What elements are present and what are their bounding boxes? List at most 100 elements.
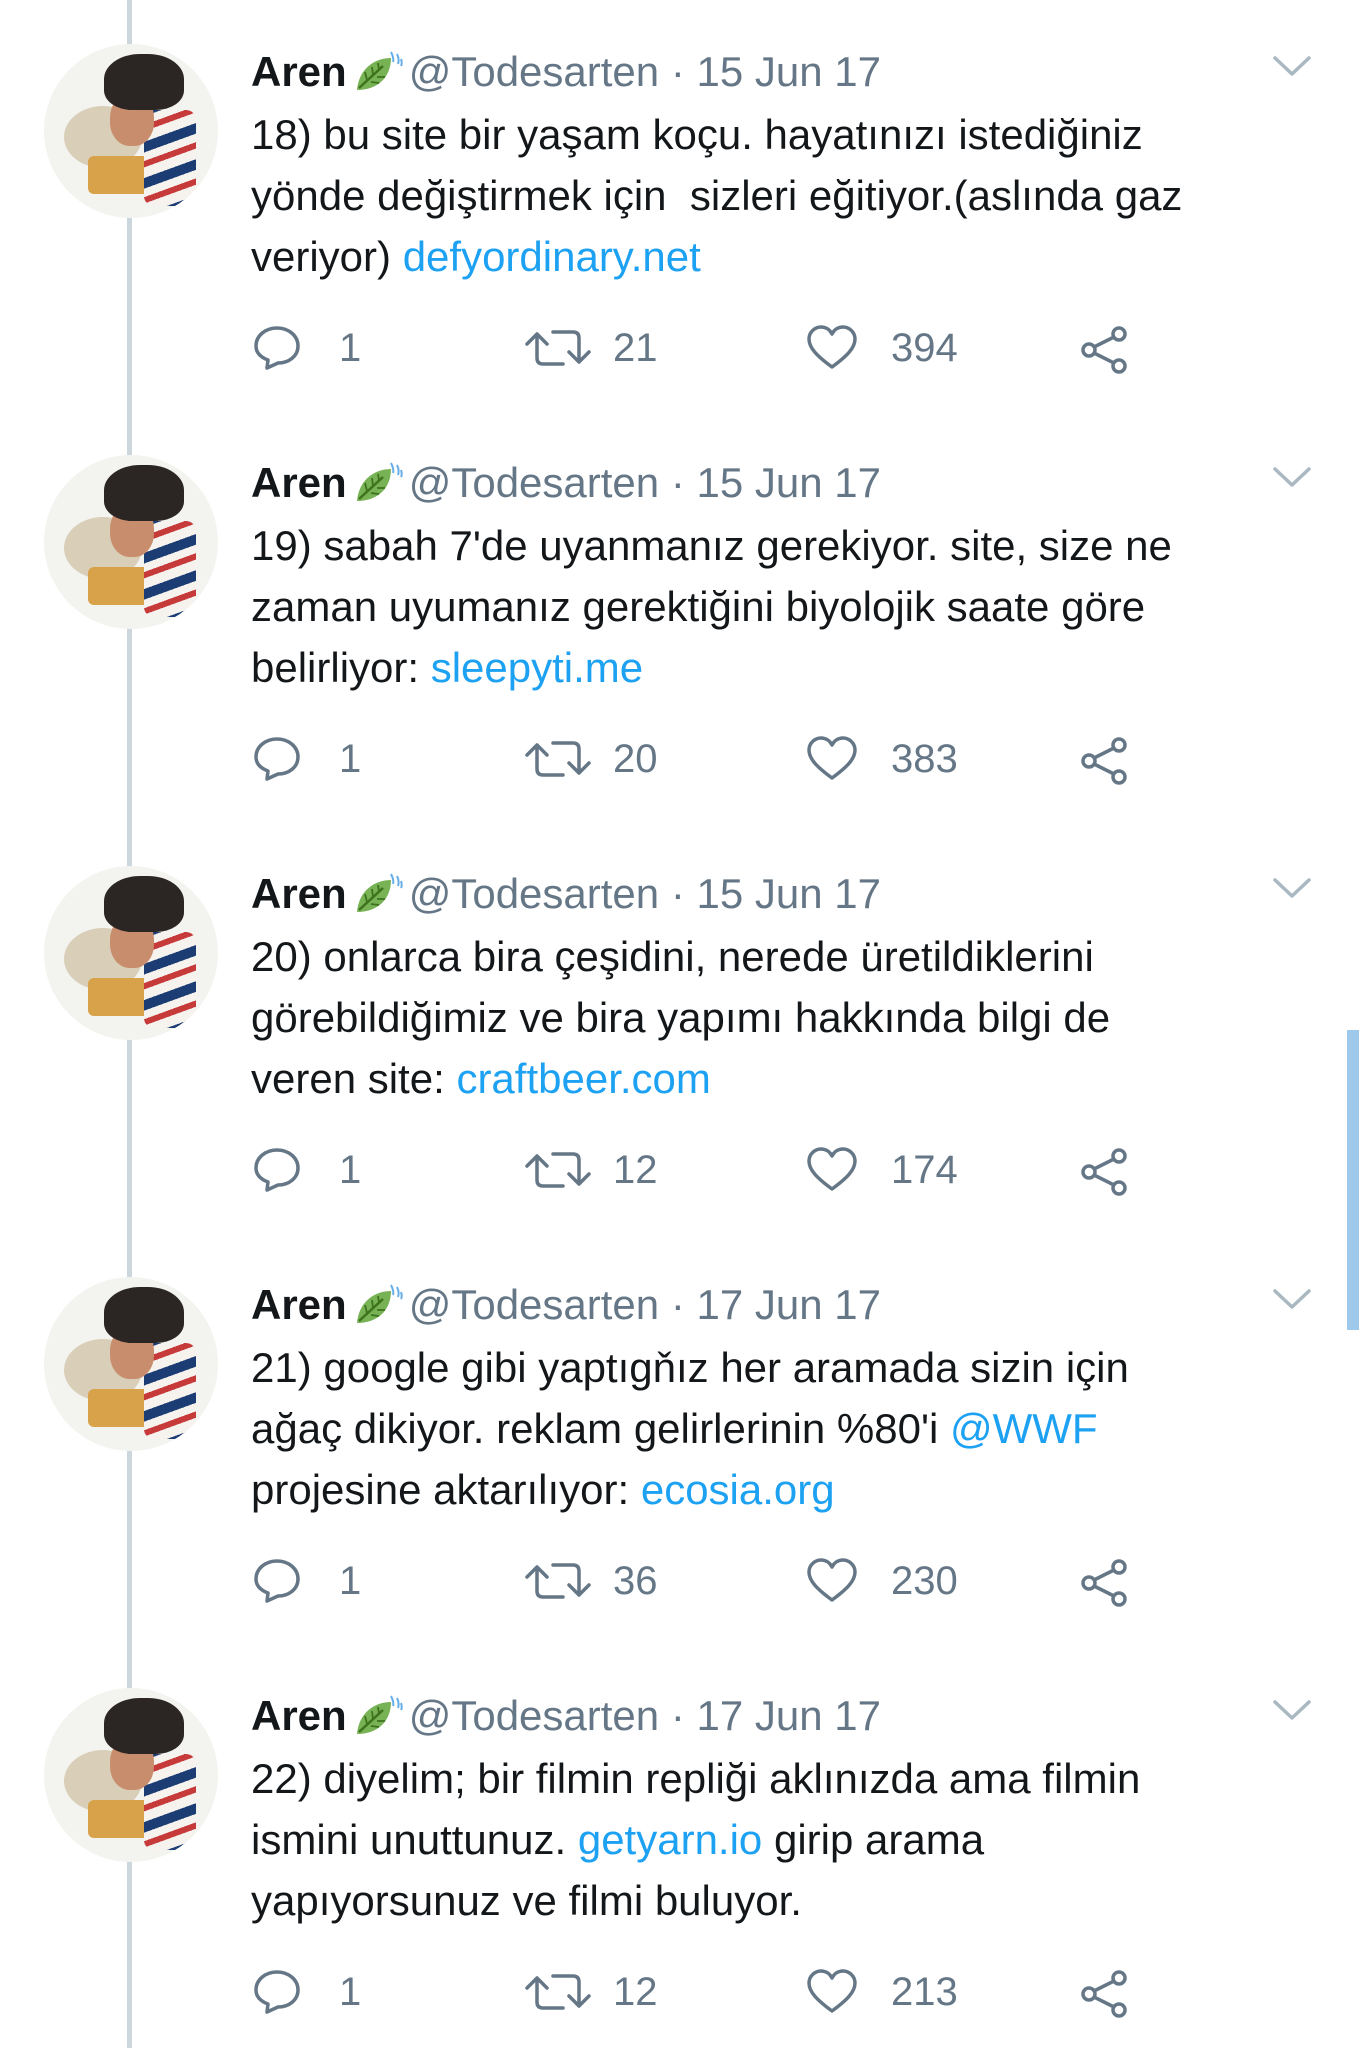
tweet-actions: 1 12 174 — [251, 1140, 1151, 1200]
tweet-date[interactable]: 15 Jun 17 — [697, 459, 882, 506]
tweet-text-segment: 21) google gibi yaptıgňız her aramada si… — [251, 1344, 1129, 1391]
tweet-text-line: yapıyorsunuz ve filmi buluyor. — [251, 1870, 1311, 1931]
tweet-text-line: 21) google gibi yaptıgňız her aramada si… — [251, 1337, 1311, 1398]
tweet-text-segment: 22) diyelim; bir filmin repliği aklınızd… — [251, 1755, 1141, 1802]
tweet[interactable]: Aren @Todesarten · 15 Jun 17 20) onlarca … — [0, 822, 1359, 1233]
tweet-text-segment: yönde değiştirmek için sizleri eğitiyor.… — [251, 172, 1183, 219]
author-handle[interactable]: @Todesarten — [409, 459, 659, 506]
author-name[interactable]: Aren — [251, 1692, 347, 1739]
like-count: 383 — [891, 737, 958, 781]
url-link[interactable]: craftbeer.com — [456, 1055, 710, 1102]
avatar[interactable] — [44, 455, 218, 629]
reply-count: 1 — [339, 737, 362, 781]
author-handle[interactable]: @Todesarten — [409, 48, 659, 95]
tweet-text-line: projesine aktarılıyor: ecosia.org — [251, 1459, 1311, 1520]
reply-count: 1 — [339, 1148, 362, 1192]
tweet-text-segment: 19) sabah 7'de uyanmanız gerekiyor. site… — [251, 522, 1172, 569]
avatar[interactable] — [44, 1277, 218, 1451]
retweet-count: 36 — [613, 1559, 658, 1603]
tweet-date[interactable]: 17 Jun 17 — [697, 1692, 882, 1739]
retweet-count: 12 — [613, 1970, 658, 2014]
tweet-text-segment: veriyor) — [251, 233, 403, 280]
tweet-text-segment: ağaç dikiyor. reklam gelirlerinin %80'i — [251, 1405, 950, 1452]
separator-dot: · — [670, 1281, 685, 1328]
avatar-hair-shape — [104, 876, 184, 932]
leaf-emoji-icon — [353, 872, 403, 930]
tweet-text-line: veriyor) defyordinary.net — [251, 226, 1311, 287]
retweet-count: 12 — [613, 1148, 658, 1192]
tweet-header: Aren @Todesarten · 17 Jun 17 — [251, 1277, 881, 1341]
chevron-down-icon[interactable] — [1272, 465, 1312, 496]
tweet-text-line: ağaç dikiyor. reklam gelirlerinin %80'i … — [251, 1398, 1311, 1459]
tweet-text-segment: girip arama — [762, 1816, 985, 1863]
tweet-text-segment: 20) onlarca bira çeşidini, nerede üretil… — [251, 933, 1094, 980]
reply-count: 1 — [339, 326, 362, 370]
tweet-text-line: görebildiğimiz ve bira yapımı hakkında b… — [251, 987, 1311, 1048]
like-count: 174 — [891, 1148, 958, 1192]
tweet-header: Aren @Todesarten · 15 Jun 17 — [251, 44, 881, 108]
leaf-emoji-icon — [353, 1283, 403, 1341]
avatar[interactable] — [44, 1688, 218, 1862]
tweet[interactable]: Aren @Todesarten · 17 Jun 17 21) google g… — [0, 1233, 1359, 1644]
like-count: 230 — [891, 1559, 958, 1603]
like-count: 213 — [891, 1970, 958, 2014]
separator-dot: · — [670, 48, 685, 95]
separator-dot: · — [670, 459, 685, 506]
author-handle[interactable]: @Todesarten — [409, 870, 659, 917]
avatar-hair-shape — [104, 54, 184, 110]
tweet-date[interactable]: 17 Jun 17 — [697, 1281, 882, 1328]
separator-dot: · — [670, 1692, 685, 1739]
tweet-date[interactable]: 15 Jun 17 — [697, 48, 882, 95]
tweet[interactable]: Aren @Todesarten · 17 Jun 17 22) diyelim;… — [0, 1644, 1359, 2055]
tweet-text-line: 22) diyelim; bir filmin repliği aklınızd… — [251, 1748, 1311, 1809]
avatar-hair-shape — [104, 1287, 184, 1343]
author-name[interactable]: Aren — [251, 870, 347, 917]
tweet-actions: 1 21 394 — [251, 318, 1151, 378]
tweet[interactable]: Aren @Todesarten · 15 Jun 17 19) sabah 7'… — [0, 411, 1359, 822]
leaf-emoji-icon — [353, 50, 403, 108]
url-link[interactable]: ecosia.org — [641, 1466, 835, 1513]
chevron-down-icon[interactable] — [1272, 1287, 1312, 1318]
avatar[interactable] — [44, 44, 218, 218]
leaf-emoji-icon — [353, 1694, 403, 1752]
tweet-text-line: 20) onlarca bira çeşidini, nerede üretil… — [251, 926, 1311, 987]
tweet-actions: 1 36 230 — [251, 1551, 1151, 1611]
chevron-down-icon[interactable] — [1272, 54, 1312, 85]
tweet-text-line: belirliyor: sleepyti.me — [251, 637, 1311, 698]
chevron-down-icon[interactable] — [1272, 876, 1312, 907]
tweet-text-segment: 18) bu site bir yaşam koçu. hayatınızı i… — [251, 111, 1143, 158]
avatar[interactable] — [44, 866, 218, 1040]
separator-dot: · — [670, 870, 685, 917]
retweet-count: 21 — [613, 326, 658, 370]
tweet-actions: 1 12 213 — [251, 1962, 1151, 2022]
author-handle[interactable]: @Todesarten — [409, 1281, 659, 1328]
url-link[interactable]: defyordinary.net — [403, 233, 701, 280]
tweet-text-segment: görebildiğimiz ve bira yapımı hakkında b… — [251, 994, 1111, 1041]
url-link[interactable]: sleepyti.me — [431, 644, 643, 691]
tweet-text-line: zaman uyumanız gerektiğini biyolojik saa… — [251, 576, 1311, 637]
tweet-header: Aren @Todesarten · 15 Jun 17 — [251, 866, 881, 930]
tweet-text-segment: ismini unuttunuz. — [251, 1816, 578, 1863]
retweet-count: 20 — [613, 737, 658, 781]
tweet[interactable]: Aren @Todesarten · 15 Jun 17 18) bu site … — [0, 0, 1359, 411]
tweet-date[interactable]: 15 Jun 17 — [697, 870, 882, 917]
tweet-text: 18) bu site bir yaşam koçu. hayatınızı i… — [251, 104, 1311, 287]
author-name[interactable]: Aren — [251, 459, 347, 506]
author-handle[interactable]: @Todesarten — [409, 1692, 659, 1739]
tweet-text-line: ismini unuttunuz. getyarn.io girip arama — [251, 1809, 1311, 1870]
reply-count: 1 — [339, 1559, 362, 1603]
mention-link[interactable]: @WWF — [950, 1405, 1098, 1452]
tweet-text-segment: yapıyorsunuz ve filmi buluyor. — [251, 1877, 802, 1924]
tweet-actions: 1 20 383 — [251, 729, 1151, 789]
tweet-text-segment: belirliyor: — [251, 644, 431, 691]
tweet-text-line: yönde değiştirmek için sizleri eğitiyor.… — [251, 165, 1311, 226]
tweet-text: 20) onlarca bira çeşidini, nerede üretil… — [251, 926, 1311, 1109]
chevron-down-icon[interactable] — [1272, 1698, 1312, 1729]
tweet-text: 22) diyelim; bir filmin repliği aklınızd… — [251, 1748, 1311, 1931]
tweet-text: 21) google gibi yaptıgňız her aramada si… — [251, 1337, 1311, 1520]
like-count: 394 — [891, 326, 958, 370]
author-name[interactable]: Aren — [251, 48, 347, 95]
url-link[interactable]: getyarn.io — [578, 1816, 762, 1863]
author-name[interactable]: Aren — [251, 1281, 347, 1328]
tweet-text-segment: zaman uyumanız gerektiğini biyolojik saa… — [251, 583, 1146, 630]
